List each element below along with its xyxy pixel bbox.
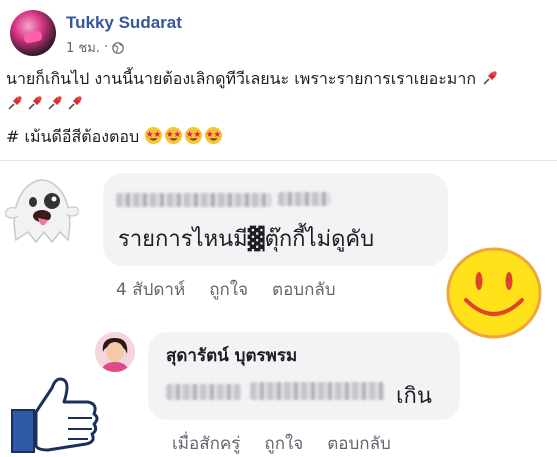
post-author-avatar[interactable]: [10, 10, 56, 56]
post-timestamp[interactable]: 1 ชม.: [66, 37, 100, 58]
action-spacer: [240, 430, 264, 457]
post-header: Tukky Sudarat 1 ชม. ·: [10, 10, 410, 58]
comment-1-like-button[interactable]: ถูกใจ: [209, 276, 248, 303]
comment-2-reply-button[interactable]: ตอบกลับ: [327, 430, 391, 457]
action-spacer: [185, 276, 209, 303]
comment-1-actions: 4 สัปดาห์ ถูกใจ ตอบกลับ: [116, 276, 336, 303]
pushpin-icon: [48, 96, 62, 110]
comment-2-like-button[interactable]: ถูกใจ: [264, 430, 303, 457]
post-line-1-text: นายก็เกินไป งานนี้นายต้องเลิกดูทีวีเลยนะ…: [6, 69, 477, 88]
comment-1-text: รายการไหนมี▓ตุ๊กกี้ไม่ดูคับ: [118, 227, 375, 252]
blurred-commenter-name: [116, 193, 271, 207]
post-line-2: [6, 91, 551, 116]
pushpin-icon: [28, 96, 42, 110]
action-spacer: [303, 430, 327, 457]
blurred-comment-text: [250, 382, 385, 400]
thumbs-up-icon: [11, 377, 99, 453]
globe-icon[interactable]: [112, 41, 124, 54]
action-spacer: [248, 276, 272, 303]
pushpin-icon: [68, 96, 82, 110]
blurred-comment-text: [166, 384, 241, 400]
pushpin-icon: [8, 96, 22, 110]
ghost-emoji[interactable]: [2, 168, 82, 248]
post-meta: 1 ชม. ·: [66, 37, 124, 58]
comment-2-age[interactable]: เมื่อสักครู่: [172, 430, 240, 457]
reply-author-avatar[interactable]: [95, 332, 135, 372]
post-line-3-text: # เม้นดีอีสีต้องตอบ: [6, 127, 140, 146]
pushpin-icon: [483, 71, 497, 85]
star-struck-emoji: [185, 126, 203, 145]
post-comments-divider: [0, 160, 557, 161]
smiley-face-icon: [446, 247, 542, 339]
comment-2-author[interactable]: สุดารัตน์ บุตรพรม: [166, 342, 297, 369]
star-struck-emoji: [165, 126, 183, 145]
blurred-commenter-name: [278, 192, 330, 206]
post-author-name[interactable]: Tukky Sudarat: [66, 13, 182, 33]
comment-2-actions: เมื่อสักครู่ ถูกใจ ตอบกลับ: [172, 430, 391, 457]
meta-separator: ·: [103, 40, 109, 55]
star-struck-emoji: [205, 126, 223, 145]
post-line-3: # เม้นดีอีสีต้องตอบ: [6, 124, 551, 149]
comment-2-text-tail: เกิน: [396, 384, 432, 409]
post-body: นายก็เกินไป งานนี้นายต้องเลิกดูทีวีเลยนะ…: [6, 66, 551, 149]
comment-1-reply-button[interactable]: ตอบกลับ: [272, 276, 336, 303]
star-struck-emoji: [145, 126, 163, 145]
comment-1-age[interactable]: 4 สัปดาห์: [116, 276, 185, 303]
post-line-1: นายก็เกินไป งานนี้นายต้องเลิกดูทีวีเลยนะ…: [6, 66, 551, 91]
